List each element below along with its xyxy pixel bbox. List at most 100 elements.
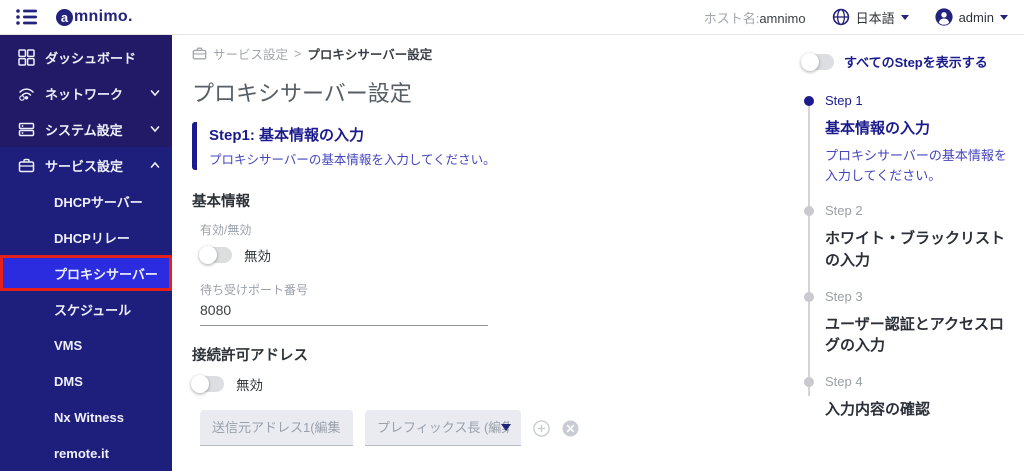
step-label: Step 1 (825, 93, 863, 108)
step-title: 入力内容の確認 (825, 401, 931, 419)
sidebar-item-system-settings[interactable]: システム設定 (0, 111, 172, 147)
hostname-display: ホスト名:amnimo (704, 8, 806, 27)
chevron-down-icon (150, 126, 160, 133)
hostname-label: ホスト名: (703, 10, 760, 26)
service-settings-icon (18, 158, 35, 172)
sidebar-group-service-settings: サービス設定 DHCPサーバー DHCPリレー プロキシサーバー スケジュール … (0, 147, 172, 471)
remove-row-icon-disabled (562, 420, 579, 436)
sidebar-subitem-label: Nx Witness (54, 409, 124, 425)
toggle-knob (191, 375, 209, 393)
allowed-toggle-row: 無効 (191, 374, 778, 394)
show-all-steps-label: すべてのStepを表示する (844, 55, 988, 70)
sidebar-subitem-vms[interactable]: VMS (0, 327, 172, 363)
chevron-down-icon (900, 14, 909, 20)
step-dot (804, 96, 814, 106)
language-label: 日本語 (855, 10, 895, 26)
breadcrumb-separator: > (294, 46, 302, 61)
chevron-down-icon (1000, 14, 1008, 20)
amnimo-logo: a mnimo. (56, 8, 133, 26)
sidebar-subitem-schedule[interactable]: スケジュール (0, 291, 172, 327)
breadcrumb-section-link[interactable]: サービス設定 (213, 44, 288, 63)
dashboard-icon (18, 48, 35, 66)
sidebar-nav: ダッシュボード ネットワーク システム設定 サービス設定 DHCPサーバー DH… (0, 35, 172, 471)
step-title: 基本情報の入力 (825, 120, 931, 137)
top-header: a mnimo. ホスト名:amnimo 日本語 admin (0, 0, 1024, 35)
dropdown-triangle-icon (501, 424, 511, 431)
basic-info-heading: 基本情報 (192, 194, 250, 210)
app-window: a mnimo. ホスト名:amnimo 日本語 admin ダッシュボード ネ… (0, 0, 1024, 471)
sidebar-item-label: システム設定 (45, 122, 123, 138)
breadcrumb-current: プロキシサーバー設定 (307, 48, 433, 62)
header-right-group: ホスト名:amnimo 日本語 admin (704, 8, 1008, 27)
sidebar-subitem-label: remote.it (54, 445, 109, 461)
user-avatar-icon (934, 8, 953, 26)
chevron-up-icon (150, 161, 160, 168)
sidebar-item-label: サービス設定 (45, 158, 124, 174)
sidebar-subitem-label: DHCPサーバー (54, 194, 143, 210)
step-banner: Step1: 基本情報の入力 プロキシサーバーの基本情報を入力してください。 (192, 122, 778, 170)
sidebar-subitem-dhcp-relay[interactable]: DHCPリレー (0, 219, 172, 255)
show-all-steps-toggle[interactable] (801, 52, 834, 71)
add-row-icon-disabled (533, 419, 550, 437)
hamburger-menu-icon[interactable] (16, 8, 38, 26)
step-banner-title: Step1: 基本情報の入力 (209, 127, 365, 144)
allowed-address-heading: 接続許可アドレス (192, 348, 308, 364)
logo-a-mark: a (56, 8, 73, 26)
step-banner-description: プロキシサーバーの基本情報を入力してください。 (209, 153, 496, 167)
sidebar-subitem-label: スケジュール (54, 302, 132, 318)
step-item-2: Step 2 ホワイト・ブラックリストの入力 (804, 203, 1014, 272)
enable-toggle[interactable] (199, 246, 232, 264)
sidebar-subitem-label: プロキシサーバー (54, 266, 158, 282)
hostname-value: amnimo (759, 10, 806, 26)
breadcrumb: サービス設定 > プロキシサーバー設定 (192, 44, 778, 63)
allowed-address-section: 接続許可アドレス 無効 (191, 344, 778, 446)
sidebar-subitem-nx-witness[interactable]: Nx Witness (0, 399, 172, 435)
step-dot (804, 377, 814, 388)
sidebar-subitem-dms[interactable]: DMS (0, 363, 172, 399)
show-all-steps-row: すべてのStepを表示する (801, 52, 1014, 71)
toggle-state-text: 無効 (244, 249, 271, 264)
toggle-knob (801, 52, 819, 71)
user-label: admin (958, 9, 994, 25)
language-selector[interactable]: 日本語 (832, 8, 909, 27)
step-label: Step 3 (825, 288, 863, 304)
prefix-length-input (365, 410, 521, 446)
sidebar-item-service-settings[interactable]: サービス設定 (0, 147, 172, 183)
step-label: Step 4 (825, 374, 863, 390)
sidebar-subitem-label: VMS (54, 337, 83, 353)
listen-port-input[interactable] (200, 300, 488, 326)
allowed-address-row (200, 410, 778, 446)
sidebar-subitem-dhcp-server[interactable]: DHCPサーバー (0, 183, 172, 219)
sidebar-item-network[interactable]: ネットワーク (0, 75, 172, 111)
globe-icon (832, 8, 849, 26)
enable-disable-label: 有効/無効 (200, 223, 252, 237)
sidebar-item-label: ダッシュボード (45, 50, 137, 66)
sidebar-item-dashboard[interactable]: ダッシュボード (0, 39, 172, 75)
step-title: ホワイト・ブラックリストの入力 (825, 230, 1006, 269)
step-description: プロキシサーバーの基本情報を入力してください。 (825, 147, 1007, 183)
page-title: プロキシサーバー設定 (192, 81, 412, 106)
system-settings-icon (18, 122, 35, 136)
sidebar-subitem-proxy-server[interactable]: プロキシサーバー (3, 258, 169, 288)
network-icon (19, 87, 34, 101)
step-item-3: Step 3 ユーザー認証とアクセスログの入力 (804, 289, 1014, 358)
sidebar-subitem-label: DMS (54, 373, 83, 389)
step-dot (804, 291, 814, 302)
step-label: Step 2 (825, 203, 863, 219)
main-content: サービス設定 > プロキシサーバー設定 プロキシサーバー設定 Step1: 基本… (172, 35, 792, 471)
allowed-address-toggle[interactable] (191, 375, 224, 393)
step-navigation-panel: すべてのStepを表示する Step 1 基本情報の入力 プロキシサーバーの基本… (792, 35, 1024, 471)
sidebar-item-label: ネットワーク (45, 86, 124, 102)
active-item-annotation-box: プロキシサーバー (0, 255, 172, 291)
sidebar-subitem-remote-it[interactable]: remote.it (0, 435, 172, 471)
prefix-length-select (365, 410, 521, 446)
user-menu[interactable]: admin (934, 8, 1008, 26)
toggle-state-text: 無効 (236, 378, 263, 393)
basic-toggle-row: 無効 (199, 245, 778, 265)
chevron-down-icon (150, 90, 160, 97)
toggle-knob (199, 246, 217, 264)
basic-info-section: 基本情報 有効/無効 無効 待ち受けポート番号 (192, 190, 778, 326)
sidebar-subitem-label: DHCPリレー (54, 230, 130, 246)
listen-port-label: 待ち受けポート番号 (200, 283, 309, 297)
source-address-input (200, 410, 353, 446)
